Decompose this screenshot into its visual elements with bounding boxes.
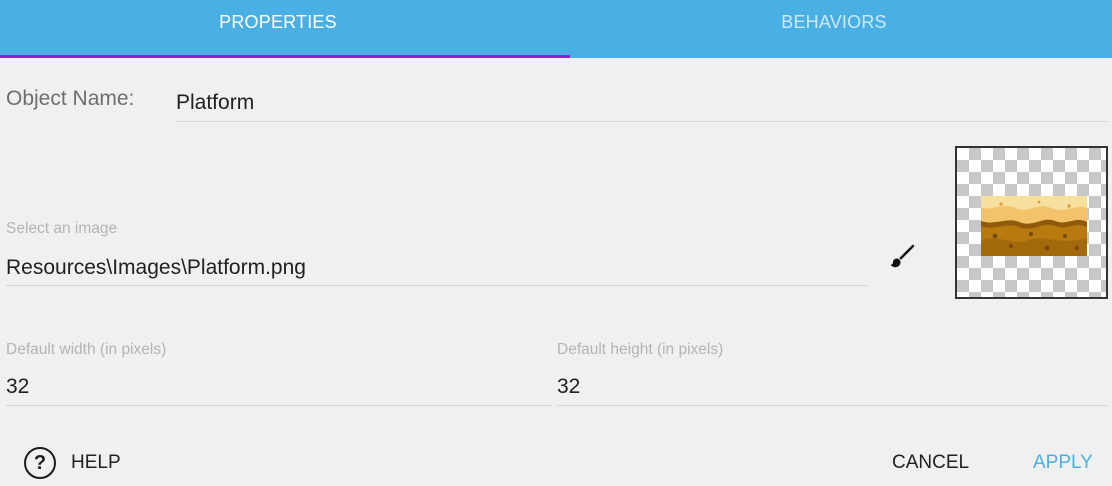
help-button[interactable]: ? HELP [24, 445, 121, 481]
image-field: Select an image [6, 220, 868, 288]
cancel-button[interactable]: CANCEL [892, 448, 969, 478]
apply-button[interactable]: APPLY [1033, 448, 1093, 478]
default-width-field: Default width (in pixels) [6, 341, 552, 407]
paintbrush-icon [888, 241, 918, 276]
edit-image-button[interactable] [883, 238, 923, 278]
image-field-label: Select an image [6, 220, 118, 237]
default-height-field: Default height (in pixels) [557, 341, 1108, 407]
default-width-input[interactable] [6, 369, 552, 406]
platform-sprite [981, 196, 1087, 256]
object-name-input[interactable] [176, 84, 1108, 122]
tab-behaviors[interactable]: BEHAVIORS [556, 0, 1112, 58]
default-height-label: Default height (in pixels) [557, 341, 724, 358]
active-tab-indicator [0, 55, 570, 58]
tab-properties-label: PROPERTIES [219, 12, 337, 32]
image-path-input[interactable] [6, 250, 868, 286]
help-circle-icon: ? [24, 447, 56, 479]
tab-bar: PROPERTIES BEHAVIORS [0, 0, 1112, 58]
object-name-label: Object Name: [6, 87, 135, 110]
image-preview[interactable] [955, 146, 1108, 299]
help-label: HELP [71, 452, 121, 473]
default-width-label: Default width (in pixels) [6, 341, 167, 358]
tab-behaviors-label: BEHAVIORS [781, 12, 887, 32]
object-name-row: Object Name: [6, 84, 1108, 124]
default-height-input[interactable] [557, 369, 1108, 406]
tab-properties[interactable]: PROPERTIES [0, 0, 556, 58]
